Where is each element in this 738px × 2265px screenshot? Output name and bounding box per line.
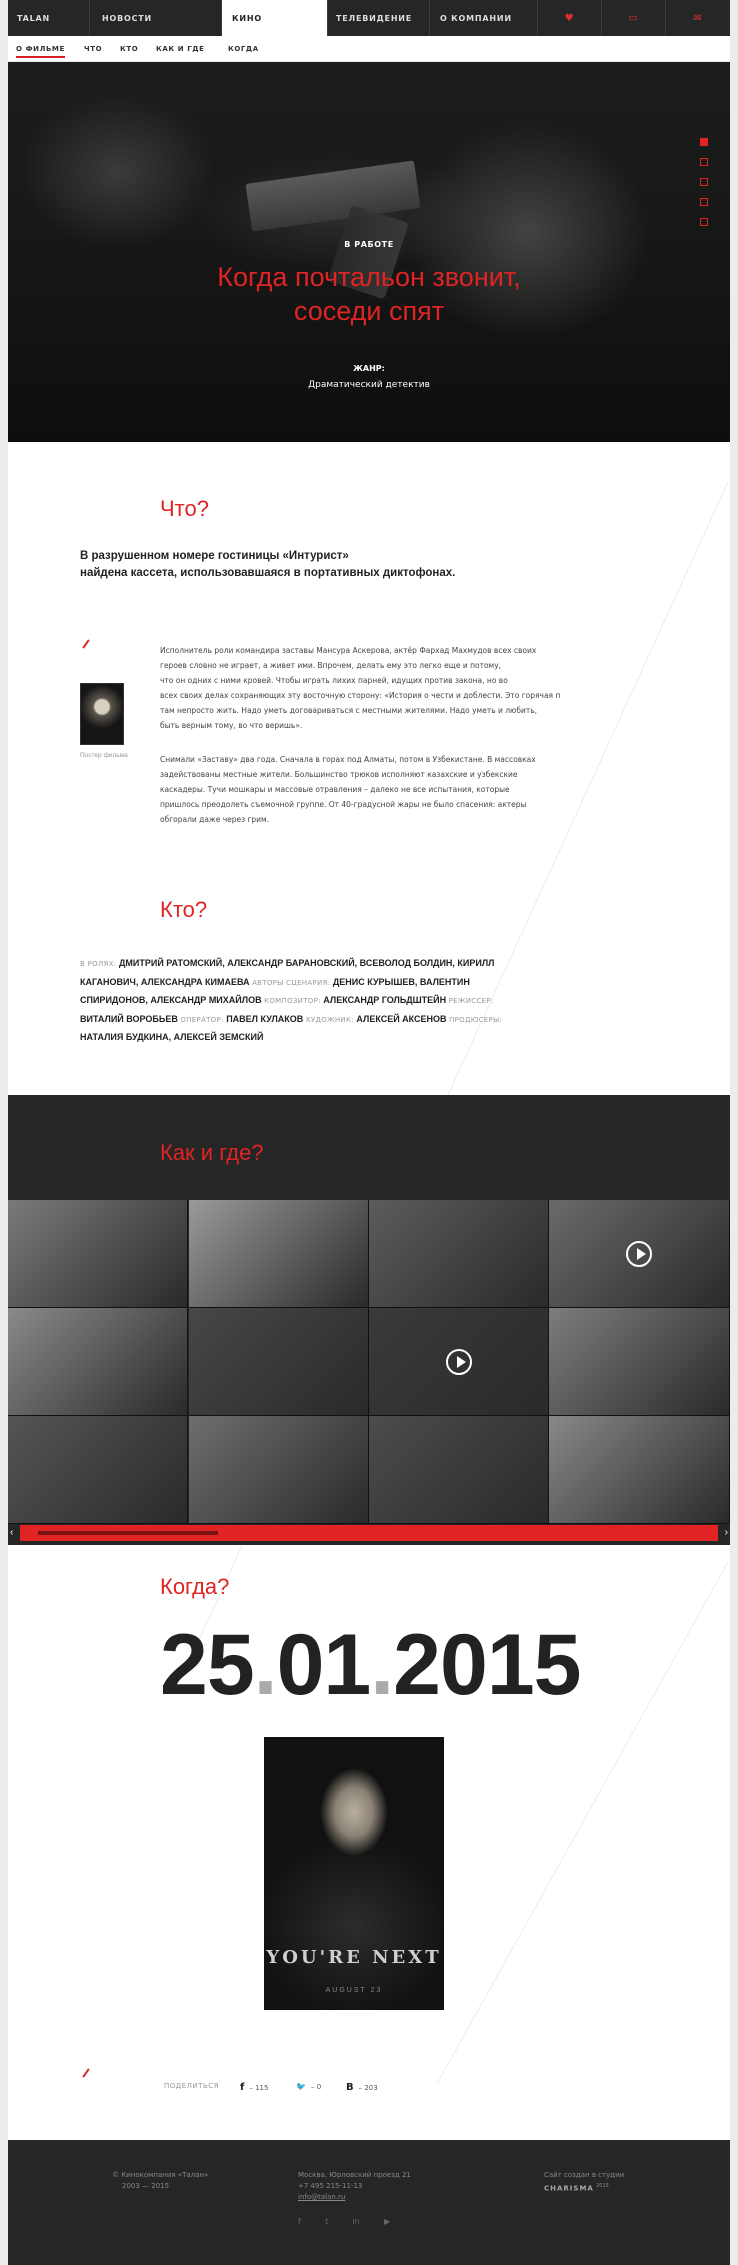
footer: © Кинокомпания «Талан» 2003 — 2015 Москв… bbox=[8, 2140, 730, 2265]
scroll-right-arrow[interactable]: › bbox=[725, 1527, 728, 1538]
what-paragraph-2: Снимали «Заставу» два года. Сначала в го… bbox=[160, 755, 536, 824]
play-icon[interactable] bbox=[445, 1348, 472, 1375]
subnav-who[interactable]: КТО bbox=[120, 45, 138, 53]
slide-dot[interactable] bbox=[700, 178, 708, 186]
top-nav: TALAN НОВОСТИ КИНО ТЕЛЕВИДЕНИЕ О КОМПАНИ… bbox=[8, 0, 730, 36]
poster-thumbnail[interactable] bbox=[80, 683, 124, 745]
subnav-how-where[interactable]: КАК И ГДЕ bbox=[156, 45, 204, 53]
subnav-about-film[interactable]: О ФИЛЬМЕ bbox=[16, 45, 65, 58]
page: TALAN НОВОСТИ КИНО ТЕЛЕВИДЕНИЕ О КОМПАНИ… bbox=[8, 0, 730, 2265]
gallery-photo[interactable] bbox=[189, 1200, 369, 1308]
share-vk[interactable]: В – 203 bbox=[346, 2082, 378, 2093]
photo-gallery bbox=[8, 1200, 730, 1545]
nav-news[interactable]: НОВОСТИ bbox=[90, 0, 222, 36]
subnav-when[interactable]: КОГДА bbox=[228, 45, 259, 53]
poster-caption: Постер фильма bbox=[80, 752, 128, 759]
genre-label: ЖАНР: bbox=[353, 364, 385, 373]
gallery-photo[interactable] bbox=[369, 1200, 549, 1308]
slide-dots bbox=[700, 138, 708, 238]
section-title-how-where: Как и где? bbox=[160, 1140, 264, 1165]
gallery-photo[interactable] bbox=[189, 1308, 369, 1416]
slide-dot[interactable] bbox=[700, 218, 708, 226]
heart-icon[interactable]: ♥ bbox=[538, 0, 602, 36]
what-paragraph-1: Исполнитель роли командира заставы Мансу… bbox=[160, 646, 560, 730]
twitter-icon[interactable]: t bbox=[325, 2216, 328, 2227]
gallery-photo[interactable] bbox=[189, 1416, 369, 1524]
nav-tv[interactable]: ТЕЛЕВИДЕНИЕ bbox=[328, 0, 430, 36]
sub-nav: О ФИЛЬМЕ ЧТО КТО КАК И ГДЕ КОГДА bbox=[8, 36, 730, 62]
youtube-icon[interactable]: ▶ bbox=[384, 2216, 390, 2227]
instagram-icon[interactable]: in bbox=[352, 2216, 359, 2227]
hero-banner: В РАБОТЕ Когда почтальон звонит, соседи … bbox=[8, 62, 730, 442]
nav-cinema[interactable]: КИНО bbox=[222, 0, 328, 36]
twitter-icon: 🐦 bbox=[296, 2082, 306, 2091]
gallery-photo[interactable] bbox=[8, 1200, 188, 1308]
slide-dot[interactable] bbox=[700, 198, 708, 206]
gallery-photo[interactable] bbox=[549, 1308, 730, 1416]
nav-about[interactable]: О КОМПАНИИ bbox=[430, 0, 538, 36]
footer-email-link[interactable]: info@talan.ru bbox=[298, 2192, 411, 2203]
flag-icon[interactable]: ▭ bbox=[602, 0, 666, 36]
studio-link[interactable]: CHARISMA 2015 bbox=[544, 2181, 624, 2194]
slide-dot[interactable] bbox=[700, 158, 708, 166]
footer-studio: Сайт создан в студии CHARISMA 2015 bbox=[544, 2171, 625, 2194]
footer-copyright: © Кинокомпания «Талан» 2003 — 2015 bbox=[112, 2171, 209, 2190]
poster-title: YOU'RE NEXT bbox=[266, 1947, 442, 1968]
release-date: 25.01.2015 bbox=[160, 1617, 581, 1713]
mail-icon[interactable]: ✉ bbox=[666, 0, 730, 36]
facebook-icon: f bbox=[240, 2082, 245, 2093]
play-icon[interactable] bbox=[626, 1240, 652, 1267]
facebook-icon[interactable]: f bbox=[298, 2216, 301, 2227]
section-title-who: Кто? bbox=[160, 897, 208, 922]
section-title-what: Что? bbox=[160, 496, 209, 521]
subnav-what[interactable]: ЧТО bbox=[84, 45, 102, 53]
footer-contacts: Москва, Юрловский проезд 21 +7 495 215-1… bbox=[298, 2171, 411, 2203]
footer-social: f t in ▶ bbox=[298, 2216, 412, 2228]
gallery-photo[interactable] bbox=[549, 1416, 730, 1524]
scrollbar-thumb[interactable] bbox=[38, 1531, 218, 1535]
gallery-photo[interactable] bbox=[369, 1308, 549, 1416]
slide-dot[interactable] bbox=[700, 138, 708, 146]
what-lead: В разрушенном номере гостиницы «Интурист… bbox=[80, 550, 456, 579]
nav-talan[interactable]: TALAN bbox=[8, 0, 90, 36]
hero-status: В РАБОТЕ bbox=[344, 240, 394, 249]
credits-list: В РОЛЯХ: ДМИТРИЙ РАТОМСКИЙ, АЛЕКСАНДР БА… bbox=[80, 958, 503, 1042]
film-poster: YOU'RE NEXT AUGUST 23 bbox=[264, 1737, 444, 2010]
share-facebook[interactable]: f – 115 bbox=[240, 2082, 268, 2093]
share-twitter[interactable]: 🐦 – 0 bbox=[296, 2082, 321, 2091]
gallery-photo[interactable] bbox=[8, 1308, 188, 1416]
vk-icon: В bbox=[346, 2082, 354, 2093]
section-title-when: Когда? bbox=[160, 1574, 230, 1599]
gallery-photo[interactable] bbox=[8, 1416, 188, 1524]
gallery-scrollbar[interactable]: ‹ › bbox=[10, 1525, 728, 1541]
genre-value: Драматический детектив bbox=[308, 380, 430, 390]
poster-date: AUGUST 23 bbox=[325, 1987, 383, 1994]
share-label: ПОДЕЛИТЬСЯ bbox=[164, 2082, 219, 2090]
gallery-photo[interactable] bbox=[549, 1200, 730, 1308]
gallery-photo[interactable] bbox=[369, 1416, 549, 1524]
scroll-left-arrow[interactable]: ‹ bbox=[10, 1527, 13, 1538]
hero-title: Когда почтальон звонит, соседи спят bbox=[217, 262, 521, 326]
